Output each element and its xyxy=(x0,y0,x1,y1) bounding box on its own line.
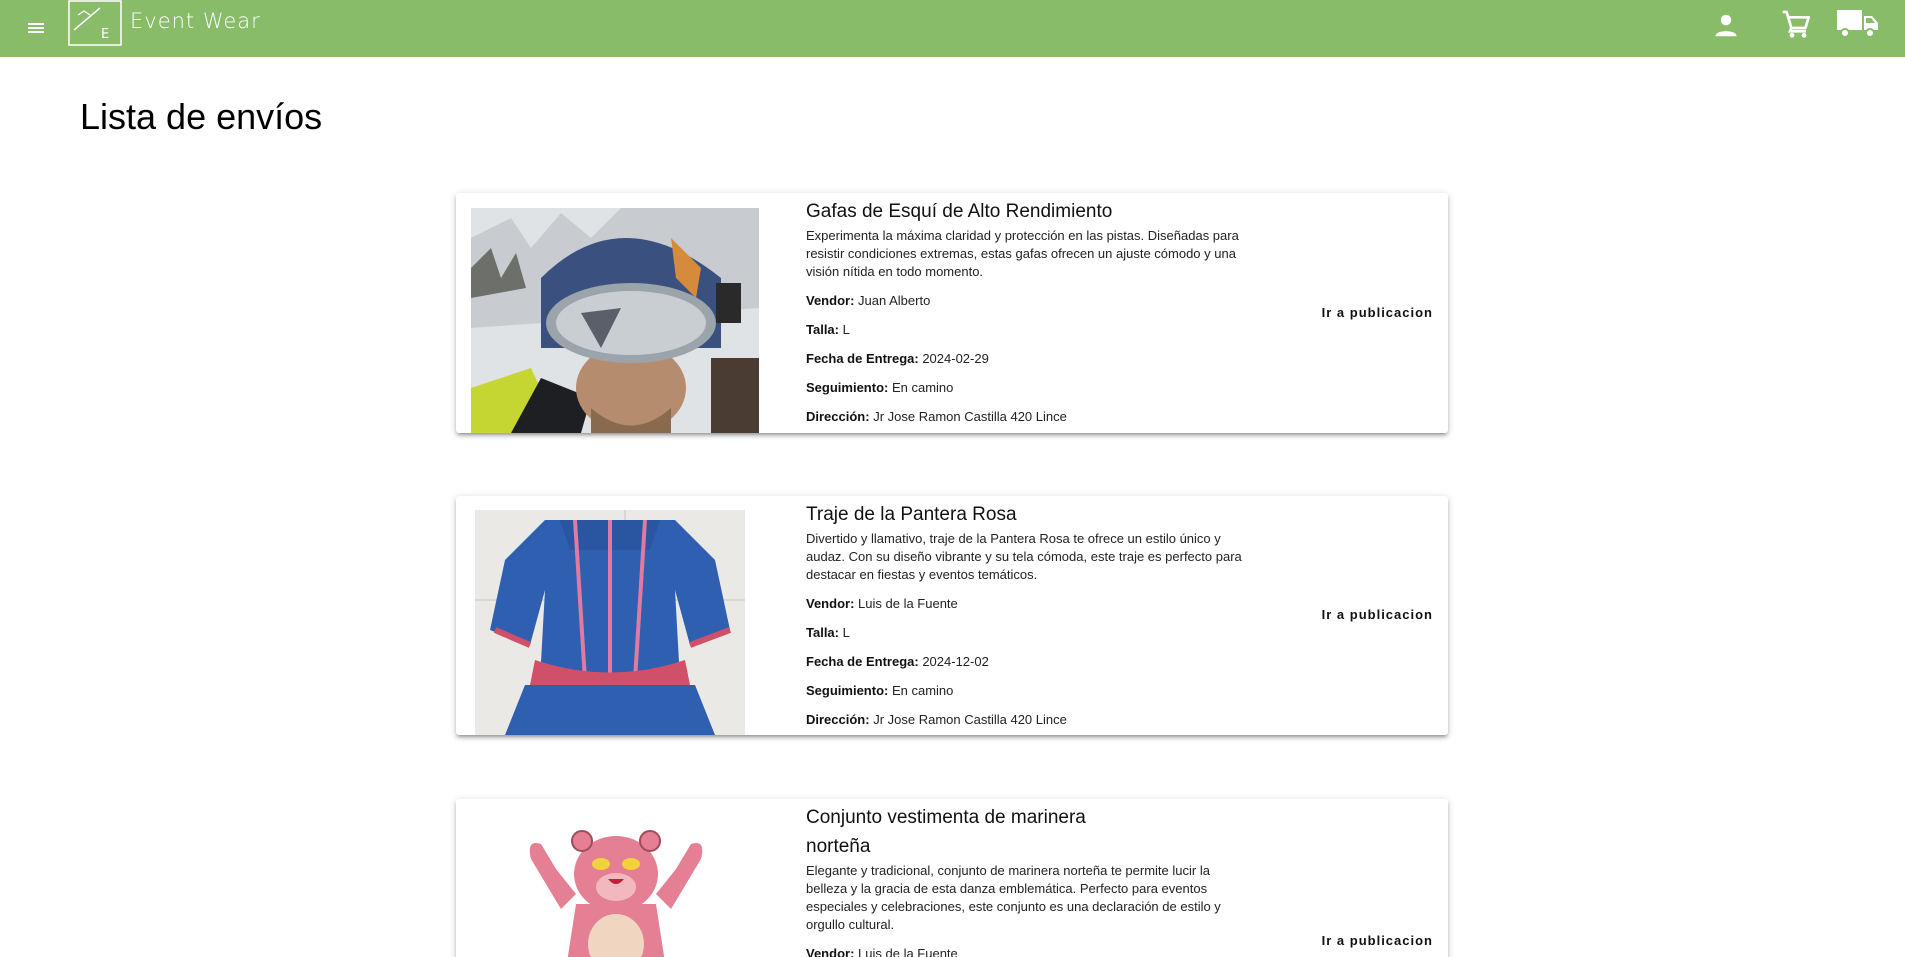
vendor-label: Vendor: xyxy=(806,293,855,308)
go-to-publication-button[interactable]: Ir a publicacion xyxy=(1322,305,1433,320)
product-title: Gafas de Esquí de Alto Rendimiento xyxy=(806,201,1113,222)
product-image xyxy=(471,208,759,433)
delivery-date-label: Fecha de Entrega: xyxy=(806,351,919,366)
shipment-details: Gafas de Esquí de Alto Rendimiento Exper… xyxy=(806,193,1266,425)
product-image xyxy=(516,819,716,957)
logo-icon[interactable]: E xyxy=(68,0,122,46)
delivery-date-value: 2024-02-29 xyxy=(922,351,989,366)
vendor-row: Vendor: Luis de la Fuente xyxy=(806,945,1266,957)
vendor-value: Juan Alberto xyxy=(858,293,931,308)
page-title: Lista de envíos xyxy=(80,96,323,137)
delivery-date-row: Fecha de Entrega: 2024-02-29 xyxy=(806,350,1266,367)
size-row: Talla: L xyxy=(806,624,1266,641)
user-icon[interactable] xyxy=(1711,10,1741,40)
address-value: Jr Jose Ramon Castilla 420 Lince xyxy=(873,712,1067,727)
shipment-details: Traje de la Pantera Rosa Divertido y lla… xyxy=(806,496,1266,728)
address-value: Jr Jose Ramon Castilla 420 Lince xyxy=(873,409,1067,424)
vendor-value: Luis de la Fuente xyxy=(858,946,958,957)
product-description: Divertido y llamativo, traje de la Pante… xyxy=(806,531,1242,582)
product-title: Traje de la Pantera Rosa xyxy=(806,504,1017,525)
delivery-date-label: Fecha de Entrega: xyxy=(806,654,919,669)
truck-icon[interactable] xyxy=(1836,6,1880,40)
vendor-label: Vendor: xyxy=(806,596,855,611)
address-row: Dirección: Jr Jose Ramon Castilla 420 Li… xyxy=(806,408,1266,425)
product-description: Elegante y tradicional, conjunto de mari… xyxy=(806,863,1221,932)
address-label: Dirección: xyxy=(806,409,870,424)
shipment-card: Gafas de Esquí de Alto Rendimiento Exper… xyxy=(456,193,1448,433)
product-title: Conjunto vestimenta de marinera norteña xyxy=(806,807,1086,857)
tracking-value: En camino xyxy=(891,380,954,395)
address-row: Dirección: Jr Jose Ramon Castilla 420 Li… xyxy=(806,711,1266,728)
shipment-details: Conjunto vestimenta de marinera norteña … xyxy=(806,799,1266,957)
address-label: Dirección: xyxy=(806,712,870,727)
shipment-card: Traje de la Pantera Rosa Divertido y lla… xyxy=(456,496,1448,735)
delivery-date-value: 2024-12-02 xyxy=(922,654,989,669)
go-to-publication-button[interactable]: Ir a publicacion xyxy=(1322,933,1433,948)
size-row: Talla: L xyxy=(806,321,1266,338)
vendor-row: Vendor: Luis de la Fuente xyxy=(806,595,1266,612)
tracking-label: Seguimiento: xyxy=(806,380,889,395)
tracking-row: Seguimiento: En camino xyxy=(806,682,1266,699)
size-label: Talla: xyxy=(806,625,839,640)
tracking-label: Seguimiento: xyxy=(806,683,889,698)
product-image xyxy=(475,510,745,735)
delivery-date-row: Fecha de Entrega: 2024-12-02 xyxy=(806,653,1266,670)
go-to-publication-button[interactable]: Ir a publicacion xyxy=(1322,607,1433,622)
top-toolbar: E Event Wear xyxy=(0,0,1905,57)
shipment-card: Conjunto vestimenta de marinera norteña … xyxy=(456,799,1448,957)
tracking-row: Seguimiento: En camino xyxy=(806,379,1266,396)
vendor-label: Vendor: xyxy=(806,946,855,957)
size-value: L xyxy=(842,322,850,337)
size-value: L xyxy=(842,625,850,640)
brand-name[interactable]: Event Wear xyxy=(130,9,261,33)
size-label: Talla: xyxy=(806,322,839,337)
product-description: Experimenta la máxima claridad y protecc… xyxy=(806,228,1239,279)
logo-letter: E xyxy=(101,27,109,42)
vendor-row: Vendor: Juan Alberto xyxy=(806,292,1266,309)
tracking-value: En camino xyxy=(891,683,954,698)
cart-icon[interactable] xyxy=(1780,8,1812,40)
menu-icon[interactable] xyxy=(24,16,48,40)
vendor-value: Luis de la Fuente xyxy=(858,596,958,611)
